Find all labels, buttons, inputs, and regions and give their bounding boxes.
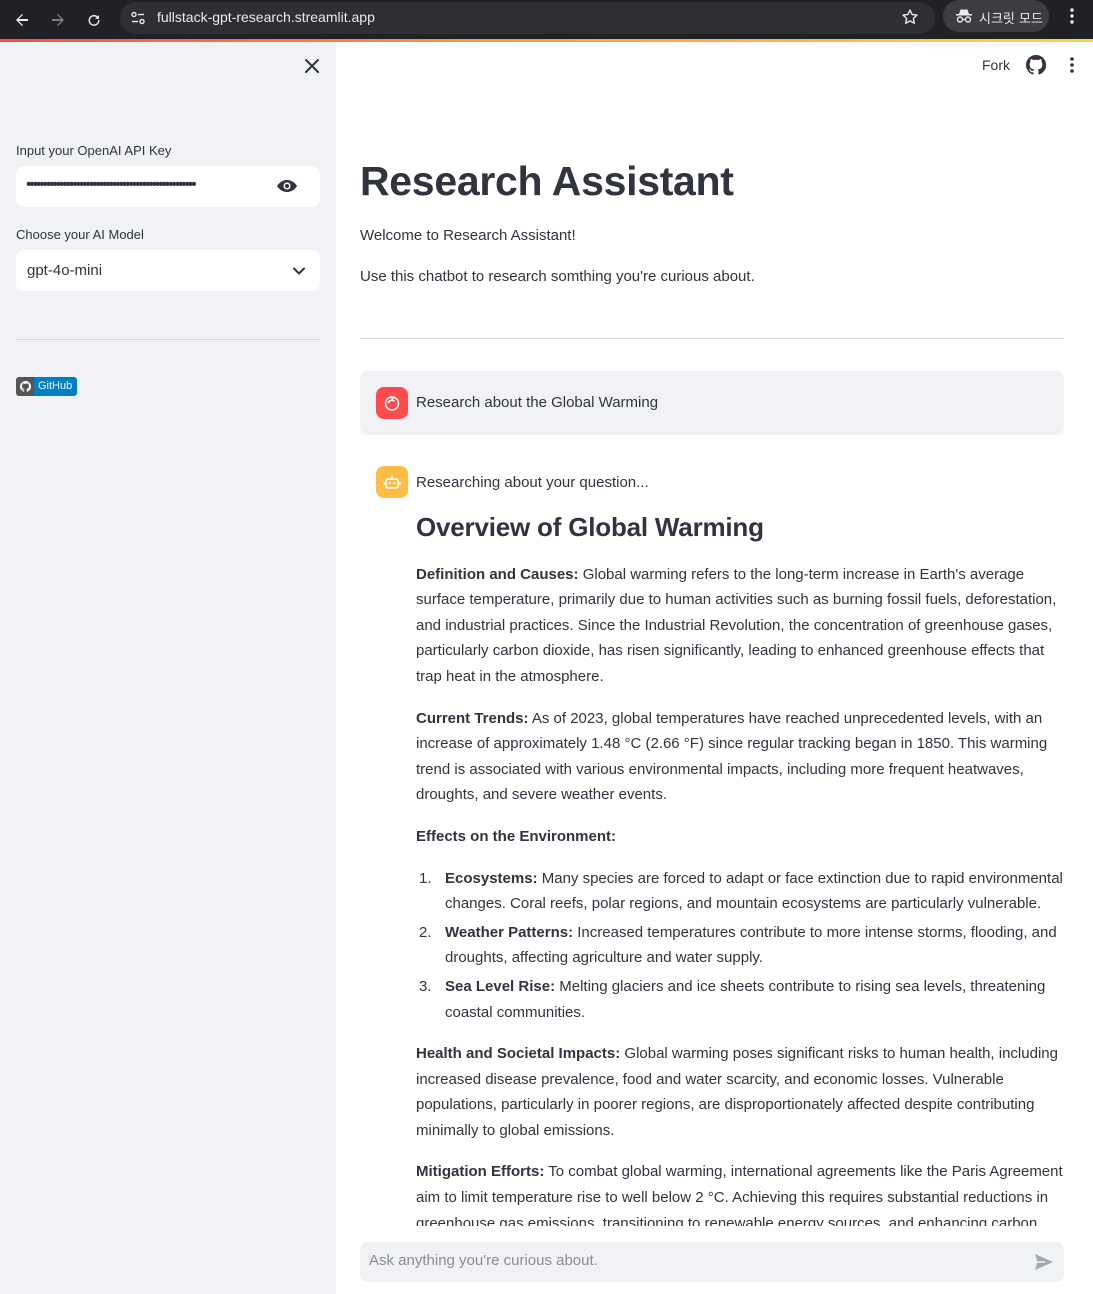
- chevron-down-icon[interactable]: [291, 263, 307, 279]
- chat-input[interactable]: [369, 1252, 1009, 1269]
- bookmark-star-icon[interactable]: [901, 8, 919, 26]
- list-number: 1.: [419, 869, 432, 887]
- api-key-label: Input your OpenAI API Key: [16, 143, 172, 158]
- github-badge[interactable]: GitHub: [16, 377, 78, 396]
- incognito-icon: [955, 8, 973, 24]
- list-item-text: Many species are forced to adapt or face…: [445, 869, 1063, 913]
- github-badge-label: GitHub: [34, 377, 78, 396]
- effects-list: 1. Ecosystems: Many species are forced to…: [416, 866, 1066, 1026]
- answer-paragraph: Effects on the Environment:: [416, 824, 1066, 850]
- incognito-indicator[interactable]: 시크릿 모드: [943, 0, 1049, 32]
- paragraph-label: Current Trends:: [416, 709, 529, 727]
- api-key-input[interactable]: ••••••••••••••••••••••••••••••••••••••••…: [16, 166, 320, 207]
- description-text: Use this chatbot to research somthing yo…: [360, 268, 755, 285]
- close-sidebar-icon[interactable]: [302, 56, 322, 76]
- welcome-text: Welcome to Research Assistant!: [360, 227, 576, 244]
- content-divider: [360, 338, 1064, 339]
- assistant-status-text: Researching about your question...: [416, 474, 649, 491]
- show-password-icon[interactable]: [276, 176, 298, 196]
- github-icon[interactable]: [1025, 54, 1047, 75]
- user-message-text: Research about the Global Warming: [416, 394, 659, 411]
- answer-paragraph: Health and Societal Impacts: Global warm…: [416, 1041, 1066, 1143]
- main-content: Fork Research Assistant Welcome to Resea…: [336, 42, 1093, 1294]
- list-item-label: Sea Level Rise:: [445, 977, 556, 995]
- paragraph-label: Definition and Causes:: [416, 565, 579, 583]
- fork-button[interactable]: Fork: [982, 57, 1010, 73]
- list-item-label: Weather Patterns:: [445, 923, 574, 941]
- model-label: Choose your AI Model: [16, 227, 144, 242]
- url-text[interactable]: fullstack-gpt-research.streamlit.app: [157, 9, 375, 25]
- reload-icon[interactable]: [82, 8, 106, 32]
- forward-icon[interactable]: [46, 8, 70, 32]
- list-item: 3. Sea Level Rise: Melting glaciers and i…: [416, 974, 1066, 1025]
- answer-paragraph: Mitigation Efforts: To combat global war…: [416, 1159, 1066, 1236]
- list-item: 1. Ecosystems: Many species are forced to…: [416, 866, 1066, 917]
- answer-heading: Overview of Global Warming: [416, 511, 764, 542]
- list-number: 2.: [419, 923, 432, 941]
- paragraph-label: Health and Societal Impacts:: [416, 1045, 621, 1063]
- address-bar[interactable]: fullstack-gpt-research.streamlit.app: [120, 2, 935, 34]
- user-chat-message: Research about the Global Warming: [360, 371, 1064, 435]
- assistant-chat-message: Researching about your question... Overv…: [416, 470, 1066, 1252]
- browser-menu-icon[interactable]: [1062, 6, 1082, 26]
- assistant-avatar-icon: [376, 466, 408, 498]
- user-avatar-icon: [376, 387, 408, 419]
- model-select[interactable]: gpt-4o-mini: [16, 250, 320, 291]
- app-menu-icon[interactable]: [1063, 55, 1081, 75]
- page-title: Research Assistant: [360, 158, 734, 204]
- answer-paragraph: Current Trends: As of 2023, global tempe…: [416, 706, 1066, 808]
- model-select-value[interactable]: gpt-4o-mini: [27, 262, 102, 279]
- answer-paragraph: Definition and Causes: Global warming re…: [416, 562, 1066, 690]
- chat-input-box[interactable]: [360, 1242, 1064, 1282]
- sidebar-divider: [16, 339, 320, 340]
- incognito-label: 시크릿 모드: [979, 12, 1043, 27]
- sidebar: Input your OpenAI API Key ••••••••••••••…: [0, 42, 336, 1294]
- list-item: 2. Weather Patterns: Increased temperatur…: [416, 920, 1066, 971]
- list-item-label: Ecosystems:: [445, 869, 538, 887]
- back-icon[interactable]: [10, 8, 34, 32]
- paragraph-label: Mitigation Efforts:: [416, 1163, 545, 1181]
- paragraph-text: Global warming refers to the long-term i…: [416, 565, 1057, 685]
- list-number: 3.: [419, 977, 432, 995]
- browser-toolbar: fullstack-gpt-research.streamlit.app 시크릿…: [0, 0, 1093, 40]
- api-key-value[interactable]: ••••••••••••••••••••••••••••••••••••••••…: [26, 176, 266, 194]
- site-settings-icon[interactable]: [130, 10, 146, 26]
- paragraph-label: Effects on the Environment:: [416, 827, 617, 845]
- github-icon: [16, 377, 34, 396]
- send-icon[interactable]: [1034, 1253, 1054, 1271]
